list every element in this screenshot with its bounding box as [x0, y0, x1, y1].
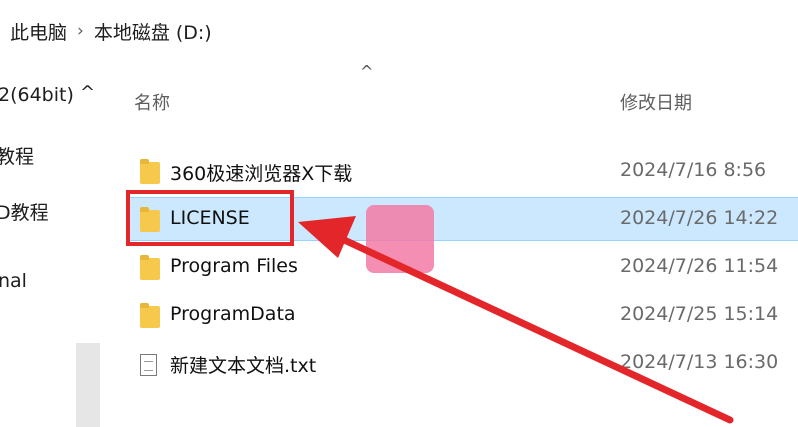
annotation-highlight-box: [126, 190, 294, 246]
nav-item-tutorial[interactable]: 教程: [0, 142, 34, 169]
column-header-modified[interactable]: 修改日期: [620, 89, 692, 115]
nav-item-d-tutorial[interactable]: D教程: [0, 198, 49, 225]
folder-icon: [140, 303, 160, 328]
nav-item-nal[interactable]: nal: [0, 270, 27, 292]
file-row[interactable]: 360极速浏览器X下载 2024/7/16 8:56: [128, 150, 798, 194]
text-file-icon: [140, 354, 157, 376]
sort-ascending-icon[interactable]: ^: [360, 62, 373, 81]
nav-item-64bit[interactable]: 2(64bit): [0, 84, 74, 106]
navigation-pane: 2(64bit) ^ 教程 D教程 nal: [0, 70, 120, 427]
column-header-name[interactable]: 名称: [134, 89, 170, 115]
file-date: 2024/7/26 14:22: [620, 207, 779, 229]
file-name: ProgramData: [170, 303, 296, 325]
file-name: 360极速浏览器X下载: [170, 163, 353, 185]
file-row[interactable]: 新建文本文档.txt 2024/7/13 16:30: [128, 342, 798, 386]
breadcrumb-this-pc[interactable]: 此电脑: [0, 18, 77, 45]
chevron-up-icon[interactable]: ^: [80, 82, 95, 103]
file-date: 2024/7/25 15:14: [620, 303, 779, 325]
folder-icon: [140, 159, 160, 184]
click-indicator: [366, 205, 434, 273]
breadcrumb: 此电脑 › 本地磁盘 (D:): [0, 0, 798, 62]
file-name: Program Files: [170, 255, 298, 277]
file-row[interactable]: ProgramData 2024/7/25 15:14: [128, 294, 798, 338]
file-name: 新建文本文档.txt: [170, 355, 317, 377]
nav-scrollbar[interactable]: [76, 343, 100, 427]
file-row[interactable]: Program Files 2024/7/26 11:54: [128, 246, 798, 290]
chevron-right-icon[interactable]: ›: [77, 21, 84, 41]
file-date: 2024/7/26 11:54: [620, 255, 779, 277]
file-date: 2024/7/16 8:56: [620, 159, 767, 181]
breadcrumb-drive-d[interactable]: 本地磁盘 (D:): [84, 18, 222, 45]
folder-icon: [140, 255, 160, 280]
file-date: 2024/7/13 16:30: [620, 351, 779, 373]
